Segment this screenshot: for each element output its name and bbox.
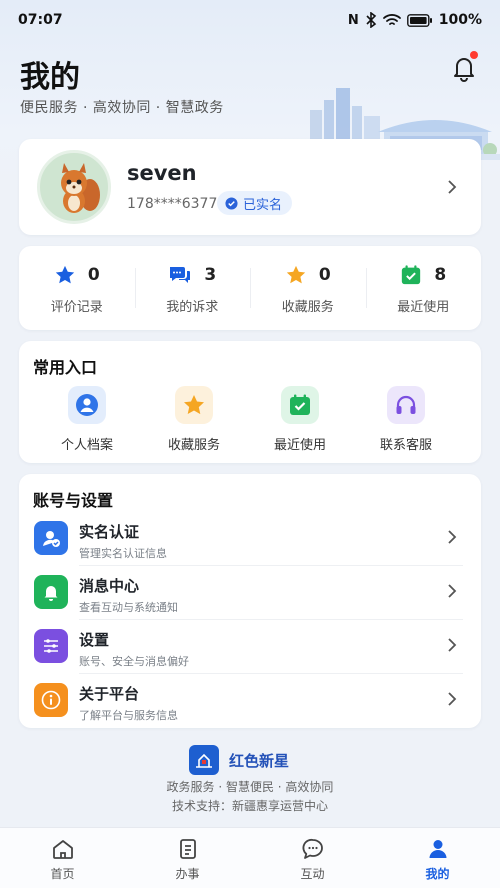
- verified-label: 已实名: [243, 197, 283, 213]
- username: seven: [127, 161, 197, 185]
- settings-row-desc: 了解平台与服务信息: [79, 709, 178, 722]
- sliders-icon: [44, 639, 58, 653]
- stat-favorites[interactable]: 0 收藏服务: [250, 246, 366, 330]
- stats-card: 0 评价记录 3 我的诉求 0 收藏服务 8 最近使用: [19, 246, 481, 330]
- settings-row-desc: 管理实名认证信息: [79, 547, 167, 560]
- footer-tagline: 政务服务 · 智慧便民 · 高效协同: [166, 780, 334, 794]
- stat-count: 0: [87, 265, 100, 285]
- nfc-icon: N: [347, 12, 359, 28]
- tab-label: 互动: [300, 867, 325, 881]
- brand: 红色新星: [189, 745, 289, 775]
- shortcut-label: 联系客服: [379, 438, 432, 453]
- stat-label: 收藏服务: [281, 300, 334, 315]
- star-icon: [55, 265, 74, 284]
- stat-requests[interactable]: 3 我的诉求: [134, 246, 251, 330]
- calendar-check-icon: [290, 394, 310, 415]
- settings-card: 账号与设置 实名认证 管理实名认证信息 消息中心 查看互动与系统通知 设置 账号…: [19, 474, 481, 728]
- shortcut-label: 收藏服务: [167, 438, 220, 453]
- tab-label: 首页: [50, 867, 75, 881]
- check-circle-icon: [225, 196, 238, 210]
- star-icon: [184, 395, 204, 415]
- shortcut-label: 个人档案: [60, 438, 113, 453]
- phone-number: 178****6377: [127, 196, 218, 212]
- stat-count: 8: [434, 265, 447, 285]
- home-icon: [52, 840, 73, 859]
- shortcut-customer-service[interactable]: 联系客服: [356, 386, 456, 453]
- stat-count: 3: [204, 265, 217, 285]
- chevron-right-icon: [448, 692, 457, 706]
- settings-row-title: 实名认证: [79, 523, 140, 541]
- chevron-right-icon: [448, 584, 457, 598]
- star-icon: [286, 265, 305, 284]
- battery-percent: 100%: [438, 12, 482, 28]
- stat-count: 0: [318, 265, 331, 285]
- info-icon: [41, 690, 61, 710]
- tab-home[interactable]: 首页: [0, 828, 125, 888]
- chevron-right-icon: [448, 638, 457, 652]
- bottom-tab-bar: 首页 办事 互动 我的: [0, 827, 500, 888]
- status-time: 07:07: [18, 12, 63, 28]
- profile-card[interactable]: seven 178****6377 已实名: [19, 139, 481, 235]
- chat-bubble-icon: [302, 838, 323, 859]
- tab-label: 我的: [425, 867, 450, 881]
- stat-reviews[interactable]: 0 评价记录: [19, 246, 135, 330]
- shortcut-favorites[interactable]: 收藏服务: [144, 386, 244, 453]
- settings-row-real-name[interactable]: 实名认证 管理实名认证信息: [19, 512, 481, 566]
- page-title: 我的: [20, 60, 80, 95]
- brand-name: 红色新星: [229, 751, 290, 770]
- id-card-icon: [43, 531, 60, 547]
- headset-icon: [396, 395, 416, 414]
- section-title: 常用入口: [33, 358, 98, 377]
- chat-icon: [170, 267, 191, 283]
- person-icon: [429, 840, 446, 858]
- brand-logo-icon: [189, 745, 219, 775]
- settings-row-desc: 账号、安全与消息偏好: [79, 655, 189, 668]
- stat-label: 我的诉求: [166, 300, 219, 315]
- settings-row-about[interactable]: 关于平台 了解平台与服务信息: [19, 674, 481, 728]
- tab-label: 办事: [175, 867, 200, 881]
- tab-mine[interactable]: 我的: [375, 828, 500, 888]
- calendar-check-icon: [402, 265, 421, 285]
- notification-dot: [470, 51, 478, 59]
- document-icon: [179, 839, 196, 859]
- bluetooth-icon: [366, 12, 376, 28]
- battery-icon: [406, 13, 432, 27]
- settings-row-title: 关于平台: [79, 685, 140, 703]
- footer-support: 技术支持：新疆惠享运营中心: [171, 799, 328, 813]
- tab-interact[interactable]: 互动: [250, 828, 375, 888]
- chevron-right-icon: [448, 180, 457, 194]
- shortcuts-card: 常用入口 个人档案 收藏服务 最近使用 联系客服: [19, 341, 481, 463]
- settings-row-title: 设置: [79, 631, 110, 649]
- settings-row-settings[interactable]: 设置 账号、安全与消息偏好: [19, 620, 481, 674]
- stat-label: 评价记录: [50, 300, 103, 315]
- section-title: 账号与设置: [33, 491, 114, 510]
- chevron-right-icon: [448, 530, 457, 544]
- stat-recent[interactable]: 8 最近使用: [365, 246, 482, 330]
- settings-row-title: 消息中心: [79, 577, 140, 595]
- page-subtitle: 便民服务 · 高效协同 · 智慧政务: [20, 100, 224, 116]
- tab-services[interactable]: 办事: [125, 828, 250, 888]
- bell-icon: [44, 586, 58, 601]
- settings-row-messages[interactable]: 消息中心 查看互动与系统通知: [19, 566, 481, 620]
- person-icon: [76, 394, 98, 416]
- settings-row-desc: 查看互动与系统通知: [79, 601, 178, 614]
- stat-label: 最近使用: [397, 300, 450, 315]
- verified-badge: 已实名: [217, 191, 293, 215]
- shortcut-personal-file[interactable]: 个人档案: [37, 386, 137, 453]
- squirrel-avatar-icon: [61, 163, 100, 213]
- avatar[interactable]: [37, 150, 111, 224]
- wifi-icon: [382, 14, 401, 25]
- status-bar: 07:07 N 100%: [0, 0, 500, 40]
- shortcut-label: 最近使用: [273, 438, 326, 453]
- shortcut-recent[interactable]: 最近使用: [250, 386, 350, 453]
